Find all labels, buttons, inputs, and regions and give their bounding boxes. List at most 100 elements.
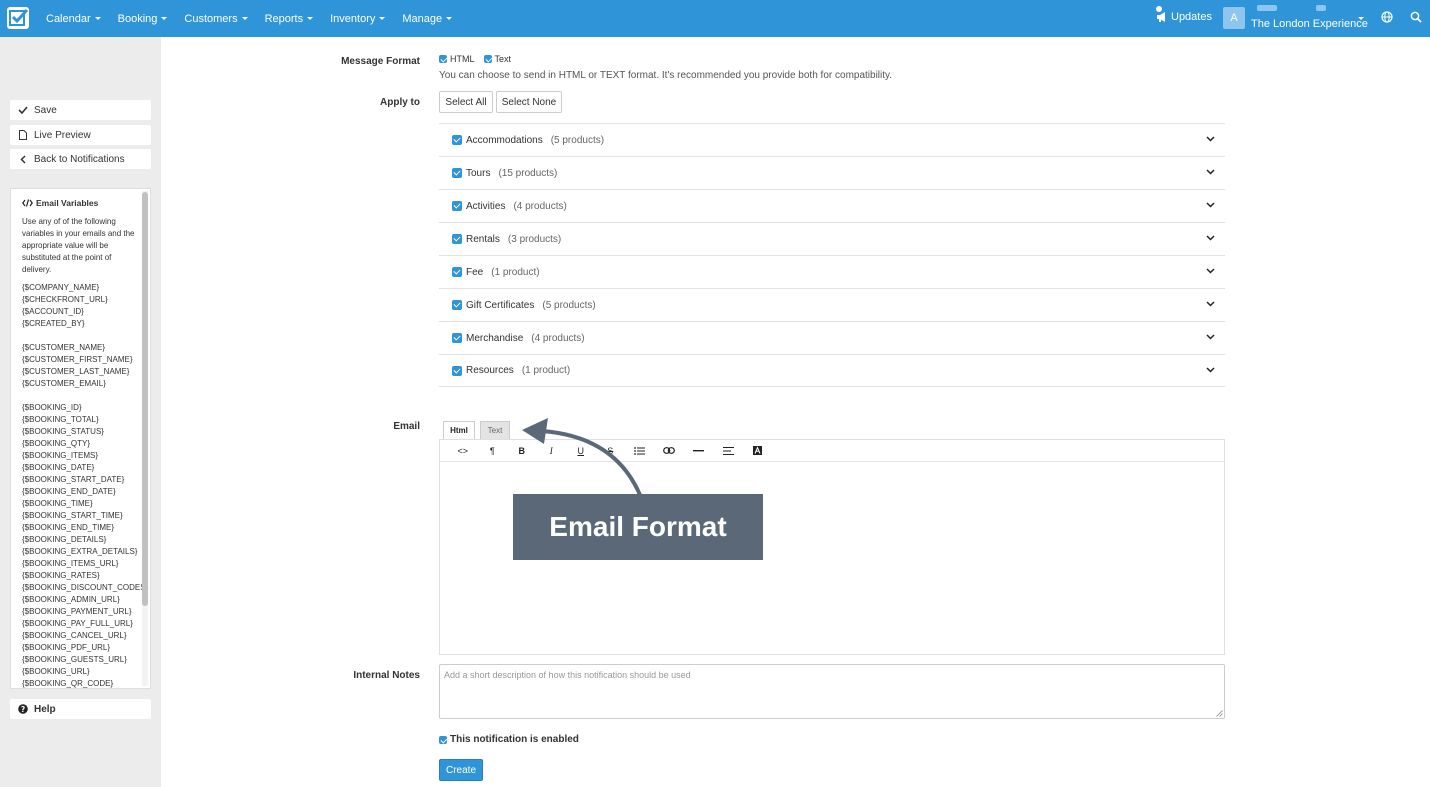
- avatar-initial: A: [1230, 12, 1238, 24]
- variable-item: {$BOOKING_GUESTS_URL}: [22, 655, 127, 664]
- nav-inventory[interactable]: Inventory: [330, 13, 386, 25]
- product-category-checkbox[interactable]: [452, 267, 462, 277]
- live-preview-button[interactable]: Live Preview: [10, 125, 151, 145]
- notification-enabled-checkbox[interactable]: [439, 735, 447, 744]
- tab-html[interactable]: Html: [443, 421, 475, 439]
- updates-button[interactable]: Updates: [1156, 6, 1212, 23]
- product-category-checkbox[interactable]: [452, 135, 462, 145]
- product-category-name: Resources: [466, 365, 514, 376]
- variable-item: {$BOOKING_QTY}: [22, 439, 91, 448]
- product-category-row[interactable]: Fee (1 product): [439, 255, 1225, 288]
- svg-text:?: ?: [21, 705, 25, 714]
- product-category-row[interactable]: Rentals (3 products): [439, 222, 1225, 255]
- product-category-name: Activities: [466, 200, 506, 212]
- chevron-down-icon[interactable]: [1206, 334, 1215, 340]
- chevron-down-icon[interactable]: [1206, 367, 1215, 373]
- html-format-checkbox[interactable]: [439, 55, 447, 63]
- nav-calendar[interactable]: Calendar: [46, 13, 101, 25]
- variable-item: {$BOOKING_ITEMS_URL}: [22, 559, 119, 568]
- text-format-checkbox[interactable]: [483, 55, 492, 63]
- save-label: Save: [34, 104, 57, 116]
- check-icon: [17, 106, 29, 114]
- message-format-options: HTML Text: [439, 54, 511, 64]
- chevron-down-icon[interactable]: [1206, 301, 1215, 307]
- product-category-row[interactable]: Tours (15 products): [439, 156, 1225, 189]
- variable-item: {$BOOKING_START_DATE}: [22, 475, 125, 484]
- product-category-checkbox[interactable]: [452, 333, 462, 343]
- product-category-row[interactable]: Activities (4 products): [439, 189, 1225, 222]
- email-format-callout: Email Format: [513, 494, 763, 560]
- resize-grip-icon[interactable]: [1216, 710, 1223, 717]
- align-button[interactable]: [714, 441, 744, 461]
- variable-item: {$BOOKING_EXTRA_DETAILS}: [22, 547, 138, 556]
- horizontal-rule-icon: [693, 449, 705, 451]
- variable-item: {$BOOKING_ID}: [22, 403, 82, 412]
- chevron-left-icon: [17, 154, 29, 164]
- main-nav: Calendar Booking Customers Reports Inven…: [46, 0, 469, 37]
- email-variables-panel[interactable]: Email Variables Use any of of the follow…: [10, 188, 151, 689]
- variable-item: {$CUSTOMER_FIRST_NAME}: [22, 355, 133, 364]
- account-name[interactable]: The London Experience: [1251, 18, 1368, 30]
- email-variables-title: Email Variables: [22, 197, 142, 209]
- variable-item: {$CHECKFRONT_URL}: [22, 295, 108, 304]
- code-view-icon: <>: [457, 445, 468, 456]
- notification-enabled-label: This notification is enabled: [450, 734, 579, 745]
- product-category-checkbox[interactable]: [452, 201, 462, 211]
- text-color-button[interactable]: [743, 441, 773, 461]
- product-category-checkbox[interactable]: [452, 168, 462, 178]
- chevron-down-icon[interactable]: [1206, 235, 1215, 241]
- product-category-row[interactable]: Merchandise (4 products): [439, 321, 1225, 354]
- caret-down-icon: [241, 17, 248, 20]
- save-button[interactable]: Save: [10, 100, 151, 120]
- help-label: Help: [34, 703, 56, 715]
- product-category-checkbox[interactable]: [452, 234, 462, 244]
- chevron-down-icon[interactable]: [1206, 268, 1215, 274]
- variable-item: {$BOOKING_ADMIN_URL}: [22, 595, 120, 604]
- nav-manage[interactable]: Manage: [402, 13, 453, 25]
- product-category-count: (5 products): [542, 299, 596, 311]
- live-preview-label: Live Preview: [34, 129, 91, 141]
- font-color-icon: [753, 446, 763, 455]
- variable-item: {$BOOKING_DATE}: [22, 463, 95, 472]
- internal-notes-field[interactable]: [439, 664, 1225, 719]
- globe-icon[interactable]: [1381, 11, 1393, 26]
- caret-down-icon: [94, 17, 101, 20]
- chevron-down-icon[interactable]: [1206, 169, 1215, 175]
- help-button[interactable]: ? Help: [10, 699, 151, 719]
- updates-label: Updates: [1171, 11, 1212, 23]
- redacted-text: [1316, 5, 1326, 11]
- nav-booking[interactable]: Booking: [118, 13, 168, 25]
- caret-down-icon: [379, 17, 386, 20]
- product-category-count: (15 products): [498, 167, 558, 179]
- nav-reports[interactable]: Reports: [265, 13, 314, 25]
- product-category-checkbox[interactable]: [452, 365, 462, 376]
- back-to-notifications-button[interactable]: Back to Notifications: [10, 149, 151, 169]
- chevron-down-icon[interactable]: [1206, 136, 1215, 142]
- variable-item: {$CUSTOMER_LAST_NAME}: [22, 367, 130, 376]
- product-category-row[interactable]: Gift Certificates (5 products): [439, 288, 1225, 321]
- product-category-list: Accommodations (5 products) Tours (15 produ…: [439, 123, 1225, 387]
- text-format-label: Text: [494, 54, 512, 64]
- scrollbar-thumb[interactable]: [142, 192, 148, 606]
- variable-item: {$BOOKING_ITEMS}: [22, 451, 99, 460]
- avatar[interactable]: A: [1223, 7, 1245, 29]
- nav-customers[interactable]: Customers: [184, 13, 248, 25]
- select-none-button[interactable]: Select None: [496, 91, 562, 113]
- caret-down-icon[interactable]: [1358, 17, 1364, 20]
- product-category-checkbox[interactable]: [452, 300, 462, 310]
- search-icon[interactable]: [1410, 11, 1422, 26]
- product-category-count: (1 product): [491, 266, 540, 278]
- horizontal-rule-button[interactable]: [684, 441, 714, 461]
- variable-item: {$BOOKING_CANCEL_URL}: [22, 631, 127, 640]
- checkfront-logo-icon[interactable]: [7, 7, 29, 29]
- code-view-button[interactable]: <>: [448, 441, 478, 461]
- product-category-row[interactable]: Resources (1 product): [439, 354, 1225, 387]
- select-all-button[interactable]: Select All: [439, 91, 493, 113]
- variable-item: {$CREATED_BY}: [22, 319, 85, 328]
- create-button[interactable]: Create: [439, 759, 483, 781]
- product-category-name: Rentals: [466, 233, 500, 245]
- chevron-down-icon[interactable]: [1206, 202, 1215, 208]
- notification-dot: [1156, 6, 1162, 12]
- product-category-row[interactable]: Accommodations (5 products): [439, 123, 1225, 156]
- apply-to-label: Apply to: [380, 97, 420, 108]
